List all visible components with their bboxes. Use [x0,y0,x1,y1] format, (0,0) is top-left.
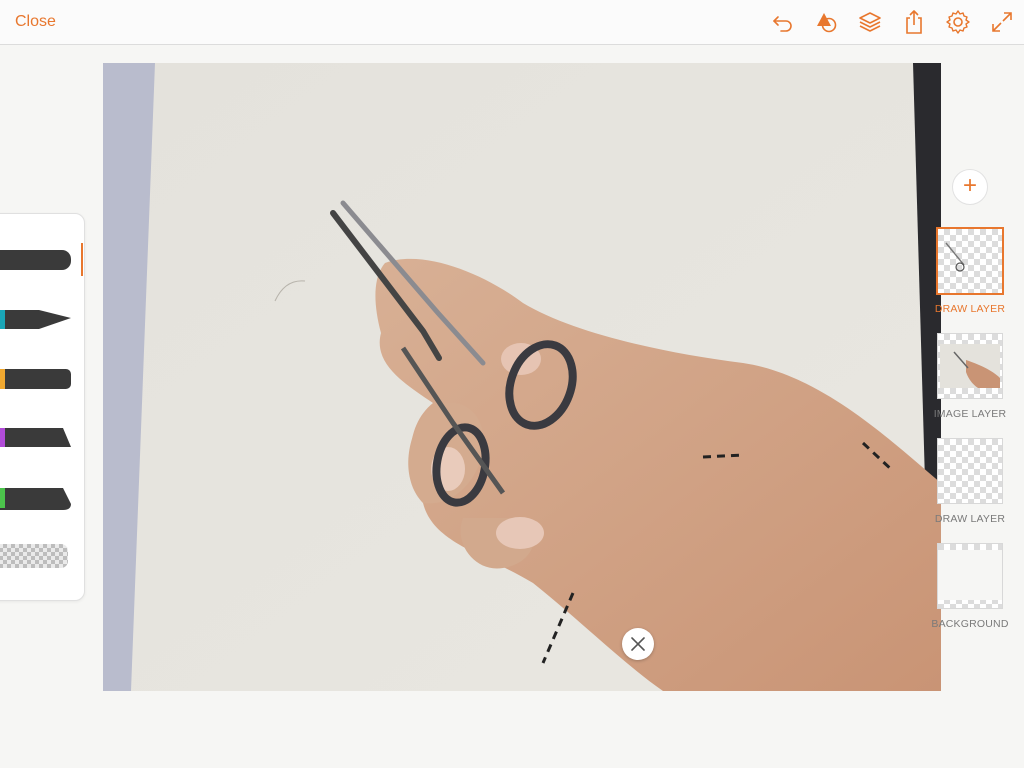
canvas-photo [103,63,941,691]
fullscreen-icon[interactable] [988,8,1016,36]
layer-thumb-image[interactable] [937,333,1003,399]
layer-thumb-background[interactable] [937,543,1003,609]
close-button[interactable]: Close [15,13,56,31]
brush-eraser[interactable] [0,540,83,570]
brush-marker[interactable] [0,364,83,394]
close-icon[interactable] [622,628,654,660]
layer-label: IMAGE LAYER [933,408,1007,420]
top-toolbar: Close [0,0,1024,45]
selected-brush-indicator [81,243,83,276]
image-layer-preview [940,344,1000,388]
add-layer-button[interactable]: + [952,169,988,205]
background-layer-preview [938,544,1002,608]
layer-thumb-draw-1[interactable] [936,227,1004,295]
undo-icon[interactable] [769,8,797,36]
layer-label: BACKGROUND [931,618,1009,630]
brush-ink-pen[interactable] [0,305,83,335]
layers-icon[interactable] [856,8,884,36]
brush-paint[interactable] [0,423,83,453]
drawing-canvas[interactable] [103,63,941,691]
shapes-icon[interactable] [813,8,841,36]
layer-label: DRAW LAYER [934,303,1006,315]
brush-flat[interactable] [0,482,83,512]
scissors-sketch-icon [945,242,965,272]
brush-pencil[interactable] [0,245,83,275]
layer-label: DRAW LAYER [934,513,1006,525]
share-icon[interactable] [900,8,928,36]
settings-icon[interactable] [944,8,972,36]
layer-thumb-draw-2[interactable] [937,438,1003,504]
brush-palette [0,213,85,601]
